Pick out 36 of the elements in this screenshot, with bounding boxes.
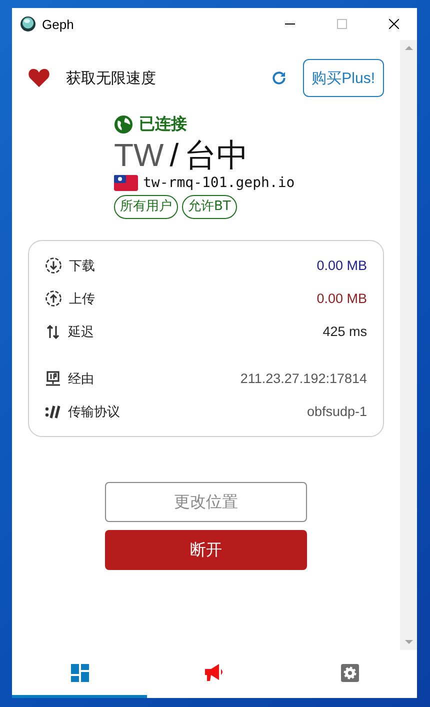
feature-tag: 允许BT bbox=[182, 195, 237, 219]
stat-label: 传输协议 bbox=[68, 404, 121, 420]
globe-icon bbox=[114, 114, 133, 134]
promo-text: 获取无限速度 bbox=[66, 68, 157, 88]
slashes-icon bbox=[45, 404, 61, 420]
stat-label: 上传 bbox=[69, 290, 96, 308]
stat-value: 211.23.27.192:17814 bbox=[240, 371, 367, 386]
disconnect-button[interactable]: 断开 bbox=[105, 530, 307, 570]
download-icon bbox=[45, 257, 62, 274]
stat-value: 425 ms bbox=[322, 324, 367, 339]
city-name: 台中 bbox=[184, 137, 249, 173]
globe-logo-icon bbox=[20, 16, 36, 32]
feature-tag: 所有用户 bbox=[114, 195, 178, 219]
settings-icon bbox=[340, 664, 358, 682]
window-title: Geph bbox=[42, 16, 74, 32]
stat-label: 下载 bbox=[69, 258, 96, 274]
taiwan-flag-icon bbox=[114, 175, 138, 191]
heart-icon bbox=[28, 68, 50, 88]
server-hostname: tw-rmq-101.geph.io bbox=[143, 175, 295, 191]
refresh-icon[interactable] bbox=[270, 70, 287, 86]
stat-value: 0.00 MB bbox=[316, 291, 367, 306]
stat-label: 经由 bbox=[68, 370, 95, 388]
ip-monitor-icon bbox=[45, 370, 61, 386]
up-down-arrows-icon bbox=[45, 324, 61, 340]
change-location-button[interactable]: 更改位置 bbox=[105, 482, 307, 522]
stat-value: obfsudp-1 bbox=[306, 404, 367, 419]
stat-value: 0.00 MB bbox=[316, 258, 367, 273]
dashboard-icon bbox=[70, 664, 88, 682]
separator: / bbox=[170, 137, 179, 173]
close-icon[interactable] bbox=[389, 19, 399, 29]
upload-icon bbox=[45, 290, 62, 307]
megaphone-icon bbox=[204, 664, 224, 682]
connection-status: 已连接 bbox=[139, 114, 187, 134]
country-code: TW bbox=[114, 137, 164, 173]
buy-plus-button[interactable]: 购买Plus! bbox=[302, 59, 384, 97]
stat-label: 延迟 bbox=[68, 324, 95, 340]
